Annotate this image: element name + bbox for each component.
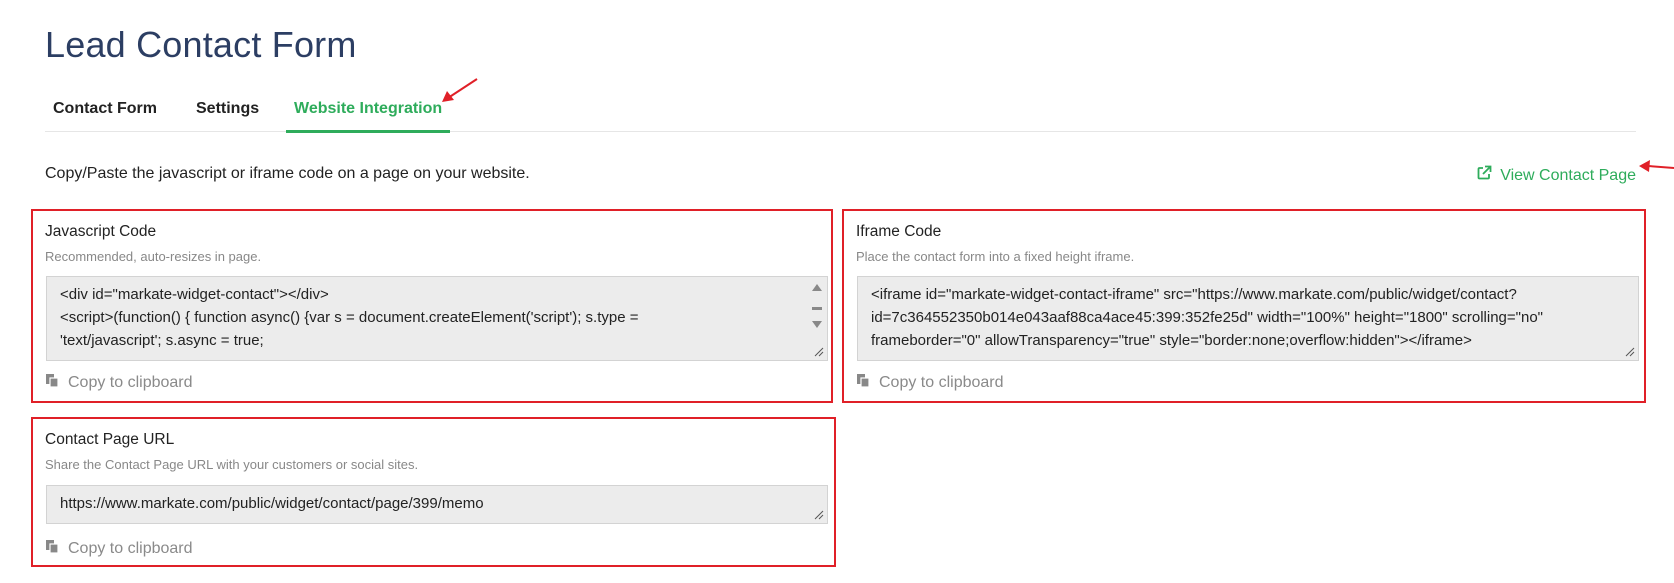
external-link-icon bbox=[1476, 165, 1492, 186]
contact-page-url-label: Contact Page URL bbox=[45, 431, 175, 448]
copy-iframe-button[interactable]: Copy to clipboard bbox=[856, 373, 1004, 393]
resize-handle-icon[interactable] bbox=[1625, 347, 1635, 357]
javascript-code-label: Javascript Code bbox=[45, 223, 157, 240]
clipboard-icon bbox=[45, 373, 59, 393]
clipboard-icon bbox=[856, 373, 870, 393]
resize-handle-icon[interactable] bbox=[814, 347, 824, 357]
code-text: <iframe id="markate-widget-contact-ifram… bbox=[871, 286, 1543, 349]
annotation-arrow-icon bbox=[442, 78, 478, 102]
annotation-arrow-icon bbox=[1639, 160, 1674, 172]
code-line: <script>(function() { function async() {… bbox=[60, 309, 639, 326]
copy-label: Copy to clipboard bbox=[68, 374, 193, 391]
code-line: 'text/javascript'; s.async = true; bbox=[60, 332, 264, 349]
javascript-code-textarea[interactable]: <div id="markate-widget-contact"></div> … bbox=[46, 276, 828, 361]
javascript-code-hint: Recommended, auto-resizes in page. bbox=[45, 249, 262, 264]
contact-page-url-hint: Share the Contact Page URL with your cus… bbox=[45, 457, 419, 472]
scrollbar[interactable] bbox=[809, 279, 825, 349]
clipboard-icon bbox=[45, 539, 59, 559]
url-text: https://www.markate.com/public/widget/co… bbox=[60, 495, 484, 512]
iframe-code-hint: Place the contact form into a fixed heig… bbox=[856, 249, 1135, 264]
view-contact-page-label: View Contact Page bbox=[1500, 166, 1636, 184]
copy-label: Copy to clipboard bbox=[68, 540, 193, 557]
tab-contact-form[interactable]: Contact Form bbox=[53, 90, 157, 132]
iframe-code-textarea[interactable]: <iframe id="markate-widget-contact-ifram… bbox=[857, 276, 1639, 361]
tab-bar: Contact Form Settings Website Integratio… bbox=[45, 90, 1636, 133]
copy-javascript-button[interactable]: Copy to clipboard bbox=[45, 373, 193, 393]
javascript-code-panel: Javascript Code Recommended, auto-resize… bbox=[31, 209, 833, 403]
resize-handle-icon[interactable] bbox=[814, 510, 824, 520]
page-title: Lead Contact Form bbox=[45, 24, 357, 65]
tab-settings[interactable]: Settings bbox=[196, 90, 259, 132]
iframe-code-label: Iframe Code bbox=[856, 223, 942, 240]
view-contact-page-link[interactable]: View Contact Page bbox=[1476, 165, 1636, 186]
intro-text: Copy/Paste the javascript or iframe code… bbox=[45, 165, 530, 182]
copy-url-button[interactable]: Copy to clipboard bbox=[45, 539, 193, 559]
tab-website-integration[interactable]: Website Integration bbox=[285, 90, 451, 133]
contact-page-url-panel: Contact Page URL Share the Contact Page … bbox=[31, 417, 836, 567]
iframe-code-panel: Iframe Code Place the contact form into … bbox=[842, 209, 1646, 403]
code-line: <div id="markate-widget-contact"></div> bbox=[60, 286, 329, 303]
copy-label: Copy to clipboard bbox=[879, 374, 1004, 391]
contact-page-url-field[interactable]: https://www.markate.com/public/widget/co… bbox=[46, 485, 828, 524]
